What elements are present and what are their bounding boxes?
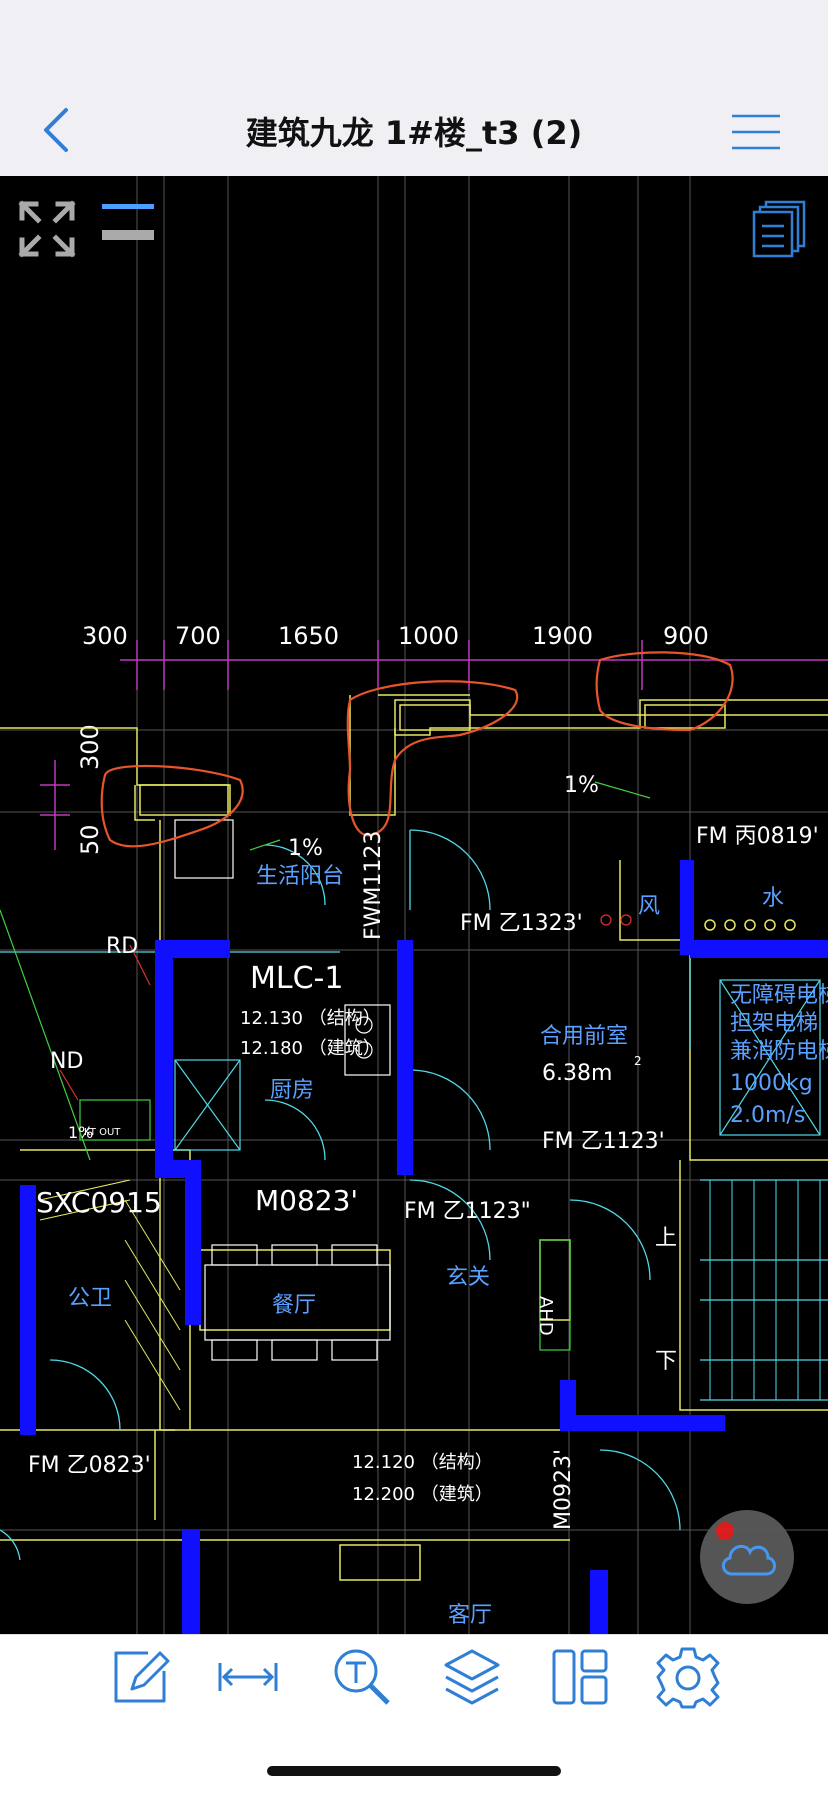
top-navigation-bar: 建筑九龙 1#楼_t3 (2): [0, 0, 828, 176]
label-elevator-3: 兼消防电梯: [730, 1039, 828, 1064]
dim-900: 900: [663, 622, 709, 650]
label-m0823: M0823': [255, 1184, 358, 1217]
measure-arrows-icon[interactable]: [216, 1645, 280, 1709]
label-public-wc: 公卫: [68, 1286, 112, 1311]
label-sxc: SXC0915: [36, 1186, 162, 1219]
label-slope-1: 1%: [564, 773, 599, 798]
label-elev2-a: 12.120 （结构）: [352, 1452, 493, 1473]
pencil-edit-icon[interactable]: [108, 1645, 172, 1709]
label-fm-z1323: FM 乙1323': [460, 911, 583, 936]
label-slope-2: 1%: [288, 836, 323, 861]
label-kt-out: KT OUT: [84, 1127, 121, 1138]
dim-1000: 1000: [398, 622, 459, 650]
label-elev1-a: 12.130 （结构）: [240, 1008, 381, 1029]
label-shared-lobby: 合用前室: [540, 1024, 628, 1049]
label-living: 客厅: [448, 1603, 492, 1628]
side-dim-50: 50: [76, 824, 104, 855]
label-elevator-4: 1000kg: [730, 1071, 813, 1096]
line-weight-icon[interactable]: [100, 202, 156, 242]
cad-drawing: 300 700 1650 1000 1900 900 300 50 1% 1% …: [0, 176, 828, 1634]
label-elev2-b: 12.200 （建筑）: [352, 1484, 493, 1505]
layers-icon[interactable]: [440, 1645, 504, 1709]
label-elevator-2: 担架电梯: [730, 1011, 818, 1036]
label-elev1-b: 12.180 （建筑）: [240, 1038, 381, 1059]
label-balcony: 生活阳台: [256, 864, 344, 889]
label-elevator-1: 无障碍电梯: [730, 983, 828, 1008]
label-fm-b0819: FM 丙0819': [696, 824, 819, 849]
label-m0923: M0923': [551, 1449, 576, 1530]
cloud-sync-button[interactable]: [700, 1510, 794, 1604]
label-fm-z1123b: FM 乙1123": [404, 1199, 531, 1224]
label-fwm: FWM1123: [361, 831, 386, 940]
label-fm-z1123a: FM 乙1123': [542, 1129, 665, 1154]
label-shared-lobby-area: 6.38m: [542, 1061, 612, 1086]
text-search-icon[interactable]: [330, 1645, 394, 1709]
label-up: 上: [655, 1226, 677, 1251]
gear-icon[interactable]: [656, 1645, 720, 1709]
home-indicator: [267, 1766, 561, 1776]
label-wind: 风: [638, 894, 660, 919]
dim-1900: 1900: [532, 622, 593, 650]
expand-arrows-icon[interactable]: [16, 198, 78, 260]
cloud-sync-icon: [722, 1544, 776, 1576]
hamburger-menu-icon[interactable]: [730, 110, 782, 154]
side-dim-300: 300: [76, 724, 104, 770]
label-kitchen: 厨房: [270, 1078, 314, 1103]
drawing-canvas[interactable]: 300 700 1650 1000 1900 900 300 50 1% 1% …: [0, 176, 828, 1634]
label-water: 水: [762, 886, 784, 911]
label-down: 下: [655, 1349, 677, 1374]
dim-1650: 1650: [278, 622, 339, 650]
dim-300: 300: [82, 622, 128, 650]
label-dining: 餐厅: [272, 1293, 316, 1318]
sheets-list-icon[interactable]: [752, 200, 808, 258]
label-mlc: MLC-1: [250, 961, 343, 996]
label-nd: ND: [50, 1049, 83, 1074]
label-area-sup: 2: [634, 1054, 642, 1068]
label-rd: RD: [106, 934, 138, 959]
dim-700: 700: [175, 622, 221, 650]
label-elevator-5: 2.0m/s: [730, 1103, 805, 1128]
label-fm-z0823: FM 乙0823': [28, 1453, 151, 1478]
label-ahd: AHD: [535, 1296, 556, 1336]
label-foyer: 玄关: [446, 1265, 490, 1290]
layout-panels-icon[interactable]: [548, 1645, 612, 1709]
document-title: 建筑九龙 1#楼_t3 (2): [245, 114, 583, 152]
